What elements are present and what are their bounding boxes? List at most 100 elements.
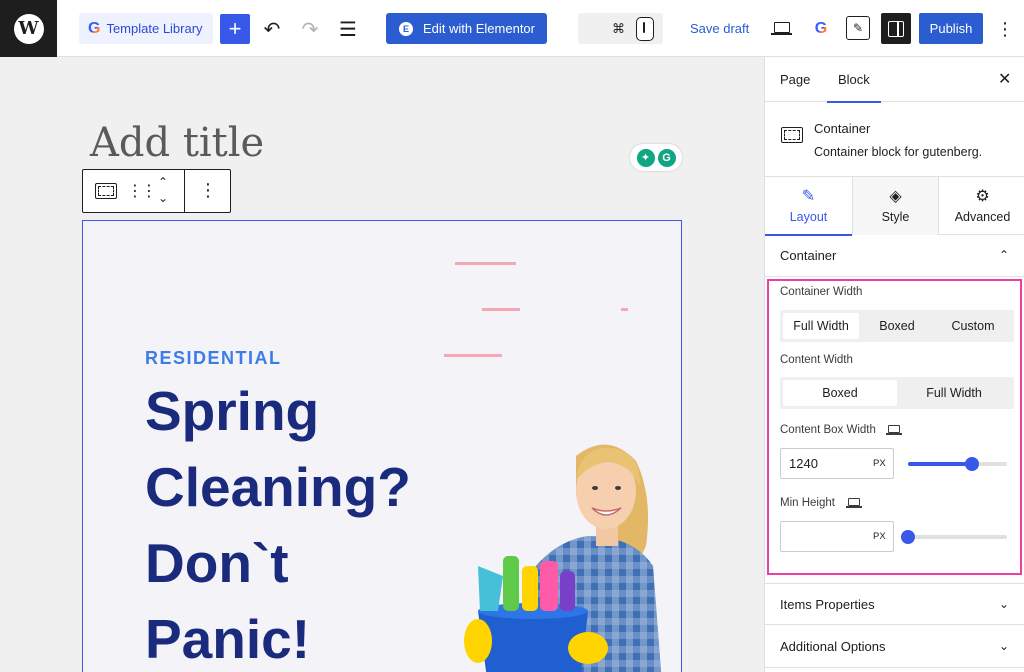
content-width-label: Content Width: [780, 354, 853, 366]
block-card: Container Container block for gutenberg.: [765, 103, 1024, 177]
content-width-full[interactable]: Full Width: [897, 380, 1011, 406]
section-title: Additional Options: [780, 639, 886, 654]
sidebar-tabs: Page Block ✕: [765, 57, 1024, 103]
settings-panel-toggle[interactable]: [881, 13, 911, 44]
content-box-width-value: 1240: [789, 456, 818, 471]
gear-icon: ⚙: [975, 187, 990, 205]
desktop-device-icon[interactable]: [846, 498, 862, 508]
elementor-label: Edit with Elementor: [423, 21, 535, 36]
additional-options-section-toggle[interactable]: Additional Options ⌄: [765, 626, 1024, 668]
tab-advanced[interactable]: ⚙ Advanced: [939, 177, 1024, 235]
mouse-scroll-icon[interactable]: [636, 17, 654, 41]
edit-with-elementor-button[interactable]: E Edit with Elementor: [386, 13, 547, 44]
desktop-device-icon[interactable]: [886, 425, 902, 435]
save-draft-button[interactable]: Save draft: [690, 13, 749, 44]
tab-advanced-label: Advanced: [954, 209, 1011, 224]
min-height-label: Min Height: [780, 497, 835, 509]
container-block-icon: [781, 127, 803, 143]
hero-headline: Spring Cleaning? Don`t Panic!: [145, 373, 465, 672]
settings-sidebar: Page Block ✕ Container Container block f…: [764, 57, 1024, 672]
more-options-button[interactable]: ⋮: [995, 14, 1015, 44]
list-view-button[interactable]: ☰: [333, 14, 363, 44]
container-block[interactable]: RESIDENTIAL Spring Cleaning? Don`t Panic…: [82, 220, 682, 672]
redo-button[interactable]: ↷: [295, 14, 325, 44]
toolbar-divider: [184, 170, 185, 212]
headline-line: Cleaning?: [145, 456, 411, 518]
wordpress-logo-button[interactable]: W: [0, 0, 57, 57]
tab-block[interactable]: Block: [827, 57, 881, 103]
cleaning-woman-image: [464, 444, 662, 672]
container-width-toggle: Full Width Boxed Custom: [780, 310, 1014, 342]
template-library-label: Template Library: [106, 21, 203, 36]
add-block-button[interactable]: +: [220, 14, 250, 44]
list-view-icon: ☰: [339, 18, 357, 41]
headline-line: Panic!: [145, 608, 311, 670]
grammarly-assist-icon: ✦: [636, 148, 655, 167]
decor-line: [455, 262, 516, 265]
content-box-width-label: Content Box Width: [780, 424, 876, 436]
pen-icon: ✎: [852, 21, 864, 35]
unit-selector[interactable]: PX: [873, 449, 886, 478]
move-block-controls: ⌃ ⌄: [155, 174, 171, 206]
post-title-input[interactable]: Add title: [90, 120, 264, 166]
headline-line: Don`t: [145, 532, 289, 594]
paint-bucket-icon: ◈: [889, 187, 902, 205]
decor-line: [444, 354, 502, 357]
slider-fill: [908, 462, 973, 466]
elementor-icon: E: [399, 21, 413, 36]
drag-handle-icon[interactable]: ⋮⋮: [127, 181, 157, 201]
unit-selector[interactable]: PX: [873, 522, 886, 551]
block-card-title: Container: [814, 121, 871, 136]
wordpress-logo-icon: W: [13, 13, 44, 44]
undo-icon: ↶: [263, 18, 281, 41]
undo-button[interactable]: ↶: [257, 14, 287, 44]
command-icon: ⌘: [612, 20, 625, 36]
content-box-width-slider[interactable]: [908, 457, 1007, 471]
grammarly-icon: G: [657, 148, 676, 167]
tab-layout[interactable]: ✎ Layout: [765, 177, 852, 236]
block-toolbar: ⋮⋮ ⌃ ⌄ ⋮: [82, 169, 231, 213]
desktop-preview-icon[interactable]: [771, 22, 792, 35]
container-width-custom[interactable]: Custom: [935, 313, 1011, 339]
items-properties-section-toggle[interactable]: Items Properties ⌄: [765, 583, 1024, 625]
headline-line: Spring: [145, 380, 320, 442]
block-card-description: Container block for gutenberg.: [814, 145, 983, 159]
decor-line: [482, 308, 520, 311]
editor-toolbar: W G Template Library + ↶ ↷ ☰ E Edit with…: [0, 0, 1024, 57]
content-box-width-input[interactable]: 1240 PX: [780, 448, 894, 479]
gutenverse-button[interactable]: G: [808, 14, 834, 44]
close-icon: ✕: [998, 71, 1012, 88]
block-options-icon[interactable]: ⋮: [199, 180, 217, 201]
pen-button[interactable]: ✎: [846, 16, 870, 40]
container-section-toggle[interactable]: Container ⌃: [765, 235, 1024, 277]
chevron-down-icon: ⌄: [998, 639, 1009, 653]
redo-icon: ↷: [301, 18, 319, 41]
container-width-boxed[interactable]: Boxed: [859, 313, 935, 339]
template-library-button[interactable]: G Template Library: [79, 13, 213, 44]
close-sidebar-button[interactable]: ✕: [998, 69, 1011, 89]
content-width-boxed[interactable]: Boxed: [783, 380, 897, 406]
min-height-input[interactable]: PX: [780, 521, 894, 552]
grammarly-widget[interactable]: ✦ G: [630, 144, 682, 171]
move-up-icon[interactable]: ⌃: [155, 174, 171, 190]
tab-page[interactable]: Page: [780, 57, 810, 102]
section-title: Container: [780, 248, 837, 263]
container-block-icon[interactable]: [95, 183, 117, 199]
container-width-label: Container Width: [780, 286, 863, 298]
container-width-full[interactable]: Full Width: [783, 313, 859, 339]
publish-button[interactable]: Publish: [919, 13, 983, 44]
decor-line: [621, 308, 628, 311]
brush-icon: ✎: [801, 187, 816, 205]
plus-icon: +: [228, 16, 242, 41]
tab-layout-label: Layout: [789, 209, 828, 224]
min-height-slider[interactable]: [901, 530, 1007, 544]
chevron-up-icon: ⌃: [998, 248, 1009, 262]
content-width-toggle: Boxed Full Width: [780, 377, 1014, 409]
tab-style-label: Style: [881, 209, 910, 224]
editor-canvas: Add title ✦ G ⋮⋮ ⌃ ⌄ ⋮ RESIDENTIAL Sprin…: [0, 57, 764, 672]
slider-thumb[interactable]: [901, 530, 915, 544]
chevron-down-icon: ⌄: [998, 597, 1009, 611]
tab-style[interactable]: ◈ Style: [852, 177, 939, 235]
move-down-icon[interactable]: ⌄: [155, 190, 171, 206]
section-title: Items Properties: [780, 596, 875, 612]
